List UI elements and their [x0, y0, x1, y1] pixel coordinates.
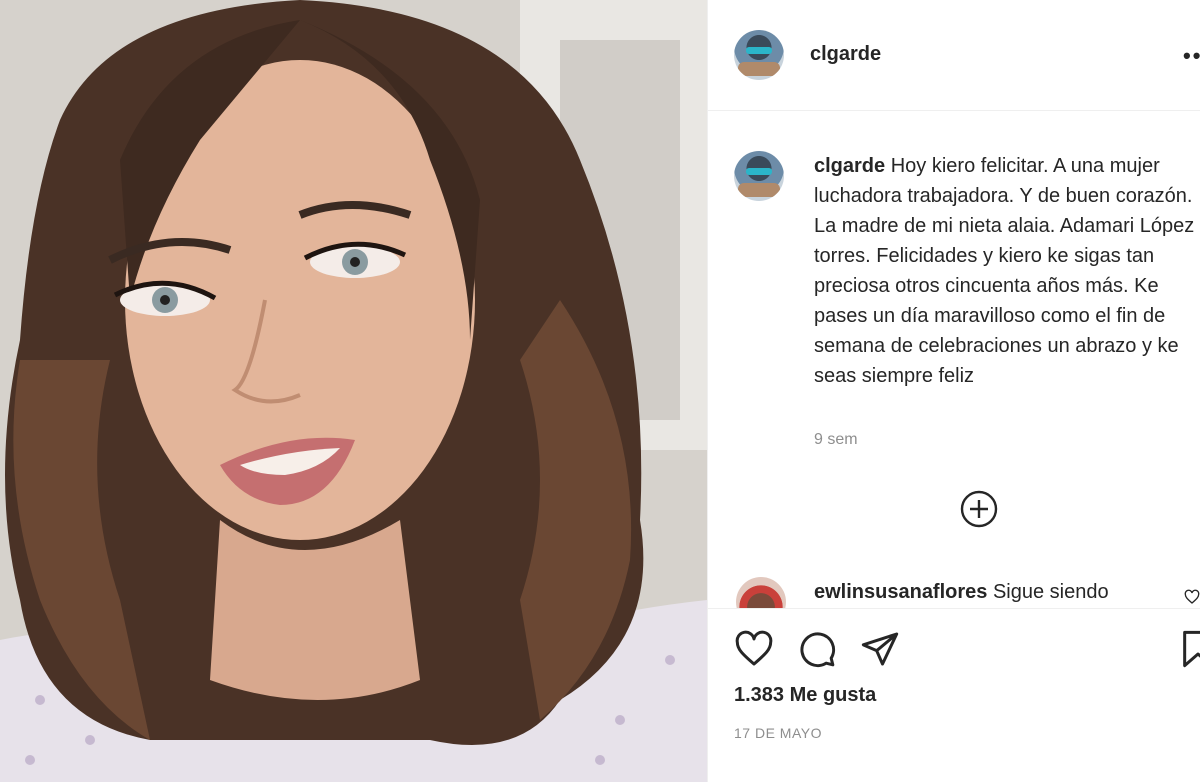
- author-avatar[interactable]: [734, 30, 784, 80]
- caption-username[interactable]: clgarde: [814, 155, 885, 177]
- post-photo[interactable]: [0, 0, 707, 782]
- author-username[interactable]: clgarde: [810, 43, 881, 66]
- more-options-icon[interactable]: ••: [1183, 43, 1200, 69]
- avatar-arms: [738, 183, 780, 197]
- comments-section[interactable]: clgarde Hoy kiero felicitar. A una mujer…: [708, 111, 1200, 608]
- avatar-sunglasses: [746, 168, 772, 175]
- comment-like-icon[interactable]: [1184, 589, 1200, 605]
- like-count[interactable]: 1.383 Me gusta: [734, 684, 876, 707]
- heart-icon[interactable]: [734, 629, 774, 669]
- comment-icon[interactable]: [797, 629, 837, 669]
- post-date[interactable]: 17 DE MAYO: [734, 725, 822, 741]
- post-sidebar: clgarde •• clgarde Hoy kiero felicitar. …: [707, 0, 1200, 782]
- commenter-avatar[interactable]: [736, 577, 786, 608]
- comment-item: ewlinsusanaflores Sigue siendo: [814, 581, 1109, 604]
- caption-avatar[interactable]: [734, 151, 784, 201]
- share-icon[interactable]: [860, 629, 900, 669]
- plus-circle-icon: [960, 490, 998, 528]
- post-caption: clgarde Hoy kiero felicitar. A una mujer…: [814, 151, 1199, 391]
- comment-text: Sigue siendo: [987, 581, 1109, 603]
- portrait-image: [0, 0, 707, 782]
- comment-username[interactable]: ewlinsusanaflores: [814, 581, 987, 603]
- caption-text: Hoy kiero felicitar. A una mujer luchado…: [814, 155, 1195, 387]
- post-header: clgarde ••: [708, 0, 1200, 111]
- bookmark-icon[interactable]: [1178, 629, 1200, 669]
- avatar-sunglasses: [746, 47, 772, 54]
- load-more-comments-button[interactable]: [959, 489, 999, 534]
- post-actions: 1.383 Me gusta 17 DE MAYO: [708, 608, 1200, 783]
- avatar-arms: [738, 62, 780, 76]
- caption-timestamp[interactable]: 9 sem: [814, 431, 858, 449]
